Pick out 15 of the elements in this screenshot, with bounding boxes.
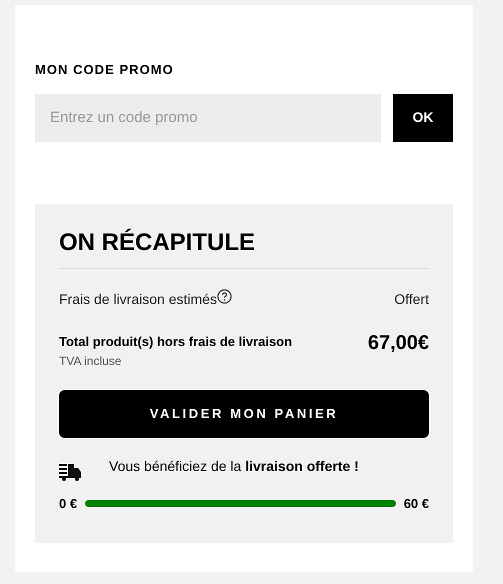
progress-max: 60 € [404, 495, 429, 513]
total-price: 67,00€ [368, 332, 429, 354]
delivery-truck-icon [59, 462, 83, 482]
shipping-label: Frais de livraison estimés [59, 290, 217, 308]
checkout-button[interactable]: VALIDER MON PANIER [59, 390, 429, 438]
promo-code-field[interactable]: Entrez un code promo [35, 94, 381, 142]
shipping-value: Offert [394, 290, 429, 308]
total-label: Total produit(s) hors frais de livraison [59, 332, 292, 351]
help-icon[interactable] [216, 288, 232, 304]
promo-title: MON CODE PROMO [35, 61, 175, 79]
progress-min: 0 € [59, 495, 78, 513]
summary-title: ON RÉCAPITULE [59, 228, 256, 258]
vat-note: TVA incluse [59, 353, 122, 370]
free-shipping-message: Vous bénéficiez de la livraison offerte ! [109, 457, 359, 476]
ok-button[interactable]: OK [393, 94, 453, 142]
